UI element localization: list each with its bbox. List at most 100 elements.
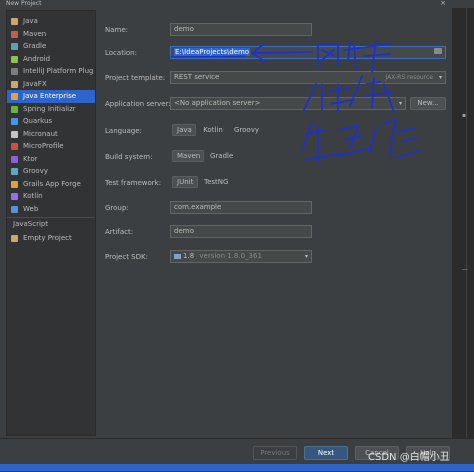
sidebar-item-label: Ktor [23, 154, 38, 163]
ktor-icon [11, 155, 18, 163]
project-sdk-label: Project SDK: [105, 253, 148, 261]
application-server-combo[interactable]: <No application server> ▾ [170, 97, 406, 110]
template-value: REST service [174, 73, 220, 81]
location-field[interactable]: E:\IdeaProjects\demo [170, 46, 446, 59]
sidebar-item[interactable]: Empty Project [7, 232, 95, 245]
plugin-icon [11, 68, 18, 75]
sidebar-item-label: Maven [23, 29, 47, 38]
sidebar-item-label: Java [23, 17, 38, 25]
language-groovy-toggle[interactable]: Groovy [230, 124, 262, 136]
folder-icon [11, 234, 18, 242]
micronaut-icon [11, 130, 18, 138]
sidebar-item[interactable]: Kotlin [7, 190, 95, 203]
sidebar-section-label: JavaScript [13, 220, 49, 228]
group-field[interactable]: com.example [170, 201, 312, 214]
sidebar-item[interactable]: Ktor [7, 153, 95, 166]
sidebar-item-label: Groovy [23, 167, 48, 175]
sidebar-item[interactable]: Spring Initializr [7, 103, 95, 116]
sidebar-item-label: IntelliJ Platform Plug [23, 67, 94, 75]
maven-icon [11, 30, 18, 38]
gradle-icon [11, 43, 18, 50]
template-label: Project template: [105, 74, 166, 82]
sidebar-item[interactable]: Gradle [7, 40, 95, 53]
name-value: demo [174, 25, 194, 33]
test-junit-toggle[interactable]: JUnit [172, 176, 198, 188]
build-maven-toggle[interactable]: Maven [172, 150, 204, 162]
sidebar-item-label: Java Enterprise [23, 92, 77, 100]
background-editor-strip [452, 8, 474, 438]
grails-icon [11, 180, 18, 188]
sidebar-item-label: Web [23, 204, 39, 213]
watermark-text: CSDN @白帽小丑 [368, 452, 450, 463]
artifact-field[interactable]: demo [170, 225, 312, 238]
location-label: Location: [105, 49, 137, 57]
sidebar-item[interactable]: Grails App Forge [7, 178, 95, 191]
sidebar-item[interactable]: Android [7, 53, 95, 66]
language-label: Language: [105, 127, 142, 135]
window-title: New Project [6, 0, 42, 7]
build-gradle-toggle[interactable]: Gradle [206, 150, 236, 162]
browse-folder-icon[interactable] [434, 48, 442, 54]
sidebar-item[interactable]: JavaFX [7, 78, 95, 91]
sidebar-section-header: JavaScript [7, 217, 95, 231]
sidebar-item[interactable]: MicroProfile [7, 140, 95, 153]
web-icon [11, 205, 18, 213]
test-testng-toggle[interactable]: TestNG [200, 176, 232, 188]
generator-sidebar: Java Maven Gradle Android IntelliJ Platform … [6, 10, 96, 436]
sidebar-item-label: MicroProfile [23, 142, 64, 150]
sidebar-item-label: JavaFX [23, 79, 47, 88]
template-combo[interactable]: REST service JAX-RS resource ▾ [170, 71, 446, 84]
android-icon [11, 55, 18, 63]
chevron-down-icon: ▾ [438, 74, 442, 81]
folder-icon [11, 18, 18, 25]
chevron-down-icon: ▾ [304, 253, 308, 260]
chevron-down-icon: ▾ [398, 100, 402, 107]
build-system-label: Build system: [105, 153, 153, 161]
folder-icon [11, 80, 18, 88]
window-titlebar: New Project × [0, 0, 474, 8]
editor-gutter [466, 8, 467, 438]
groovy-icon [11, 168, 18, 175]
sidebar-item[interactable]: Groovy [7, 165, 95, 178]
language-kotlin-toggle[interactable]: Kotlin [198, 124, 228, 136]
sidebar-item[interactable]: Quarkus [7, 115, 95, 128]
sidebar-item-label: Android [23, 54, 51, 63]
artifact-label: Artifact: [105, 228, 134, 236]
artifact-value: demo [174, 227, 194, 235]
close-icon[interactable]: × [440, 0, 446, 7]
sidebar-item[interactable]: Web [7, 203, 95, 216]
quarkus-icon [11, 118, 18, 125]
template-hint: JAX-RS resource [385, 74, 433, 81]
sidebar-item[interactable]: Java Enterprise [7, 90, 95, 103]
previous-button[interactable]: Previous [253, 446, 297, 460]
sidebar-item-label: Grails App Forge [23, 179, 81, 188]
sidebar-item-label: Quarkus [23, 117, 53, 125]
group-value: com.example [174, 203, 222, 211]
sidebar-item-label: Spring Initializr [23, 104, 76, 113]
editor-marker: — [462, 266, 468, 273]
project-sdk-combo[interactable]: 1.8 version 1.8.0_361 ▾ [170, 250, 312, 263]
next-button[interactable]: Next [304, 446, 348, 460]
sidebar-item[interactable]: Micronaut [7, 128, 95, 141]
location-value: E:\IdeaProjects\demo [174, 48, 251, 56]
test-framework-label: Test framework: [105, 179, 162, 187]
microprofile-icon [11, 143, 18, 150]
sidebar-item[interactable]: Java [7, 15, 95, 28]
group-label: Group: [105, 204, 129, 212]
kotlin-icon [11, 193, 18, 200]
spring-icon [11, 105, 18, 113]
javaee-icon [11, 93, 18, 100]
new-server-button[interactable]: New... [410, 97, 446, 110]
language-java-toggle[interactable]: Java [172, 124, 196, 136]
sidebar-item[interactable]: IntelliJ Platform Plug [7, 65, 95, 78]
name-label: Name: [105, 26, 129, 34]
editor-marker: ▪ [462, 112, 467, 119]
sidebar-item-label: Empty Project [23, 233, 72, 242]
sidebar-item-label: Gradle [23, 42, 47, 50]
sdk-version: version 1.8.0_361 [199, 252, 262, 260]
name-field[interactable]: demo [170, 23, 312, 36]
server-value: <No application server> [174, 99, 261, 107]
server-label: Application server: [105, 100, 171, 108]
sdk-folder-icon [174, 253, 181, 259]
sidebar-item[interactable]: Maven [7, 28, 95, 41]
